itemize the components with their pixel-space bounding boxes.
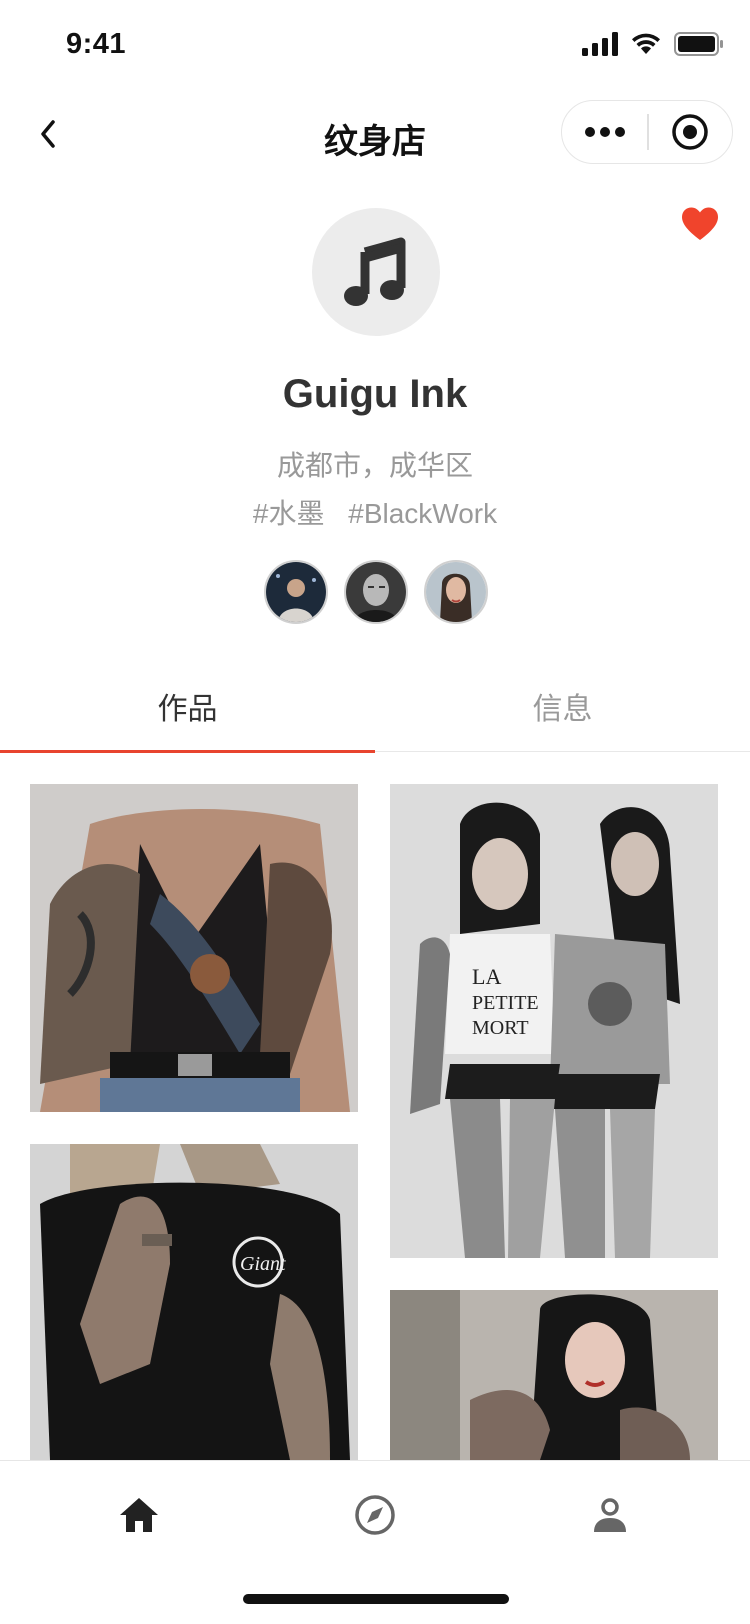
tag-ink[interactable]: #水墨 <box>253 498 325 529</box>
heart-icon <box>682 207 718 240</box>
tag-blackwork[interactable]: #BlackWork <box>348 498 497 529</box>
tattoo-photo-image <box>30 784 358 1112</box>
more-dots-icon <box>584 127 625 137</box>
nav-bar: 纹身店 <box>0 88 750 180</box>
svg-text:LA: LA <box>472 964 501 989</box>
artist-avatar-2[interactable] <box>344 560 408 624</box>
more-button[interactable] <box>562 101 647 163</box>
tab-info[interactable]: 信息 <box>375 668 750 751</box>
person-photo-icon <box>426 562 486 622</box>
status-time: 9:41 <box>66 28 127 60</box>
home-indicator <box>243 1594 509 1604</box>
content-tabs: 作品 信息 <box>0 668 750 753</box>
shop-avatar <box>312 208 440 336</box>
person-photo-icon <box>266 562 326 622</box>
tattoo-photo-image: LA PETITE MORT <box>390 784 718 1258</box>
svg-text:PETITE: PETITE <box>472 992 539 1014</box>
status-icons <box>582 32 724 56</box>
shop-location: 成都市，成华区 <box>276 450 473 481</box>
works-gallery: LA PETITE MORT Giant <box>0 752 750 1460</box>
user-icon <box>594 1498 626 1532</box>
svg-text:Giant: Giant <box>240 1253 286 1275</box>
signal-icon <box>582 32 618 56</box>
tattoo-photo-image <box>390 1290 718 1460</box>
tattoo-photo-3[interactable]: Giant <box>30 1144 358 1460</box>
artist-avatar-3[interactable] <box>424 560 488 624</box>
tab-home[interactable] <box>109 1485 169 1545</box>
tab-profile[interactable] <box>580 1485 640 1545</box>
artist-list <box>264 560 488 624</box>
home-icon <box>120 1498 158 1532</box>
target-circle-icon <box>672 114 709 150</box>
compass-icon <box>355 1495 395 1535</box>
favorite-button[interactable] <box>680 206 720 242</box>
shop-tags: #水墨 #BlackWork <box>0 492 750 532</box>
tab-discover[interactable] <box>345 1485 405 1545</box>
status-bar: 9:41 <box>0 0 750 88</box>
tattoo-photo-4[interactable] <box>390 1290 718 1460</box>
tattoo-photo-1[interactable] <box>30 784 358 1112</box>
close-miniprogram-button[interactable] <box>649 101 732 163</box>
music-note-icon <box>344 237 406 306</box>
tattoo-photo-image: Giant <box>30 1144 358 1460</box>
tattoo-photo-2[interactable]: LA PETITE MORT <box>390 784 718 1258</box>
svg-text:MORT: MORT <box>472 1017 529 1039</box>
tab-works[interactable]: 作品 <box>0 668 375 753</box>
battery-icon <box>674 32 723 56</box>
shop-name: Guigu Ink <box>282 372 468 416</box>
person-photo-icon <box>346 562 406 622</box>
wifi-icon <box>632 33 660 54</box>
artist-avatar-1[interactable] <box>264 560 328 624</box>
mini-program-capsule <box>561 100 733 164</box>
